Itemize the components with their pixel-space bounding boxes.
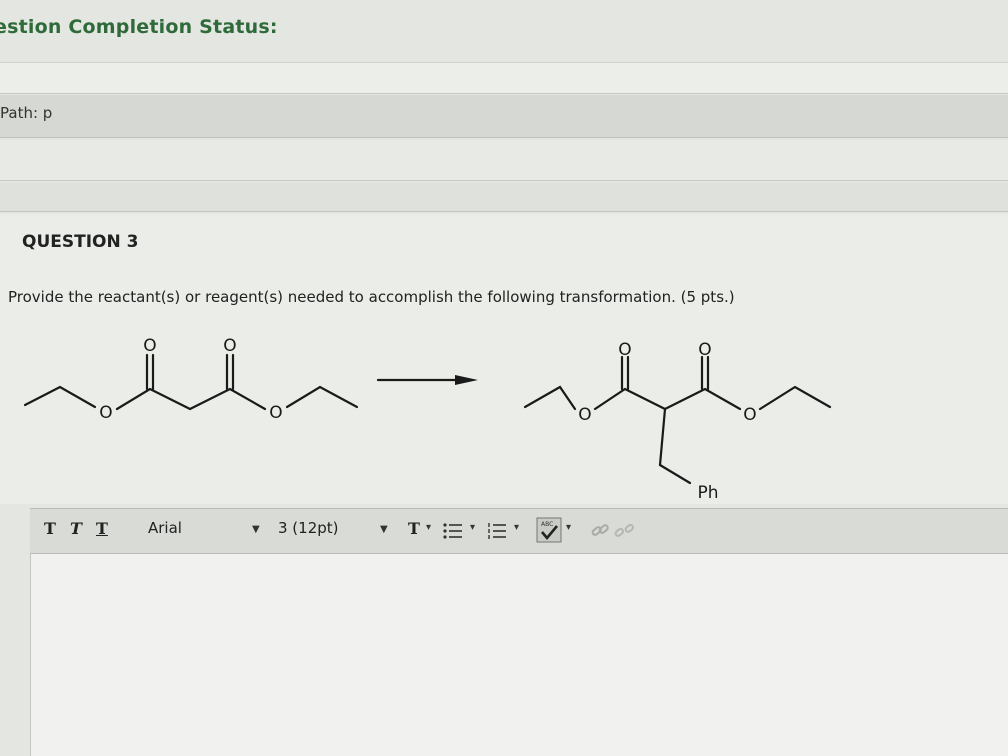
atom-label: O [578, 405, 591, 425]
divider-row-2 [0, 183, 1008, 212]
atom-label: O [698, 340, 711, 360]
question-heading: QUESTION 3 [22, 232, 139, 252]
reaction-scheme: O O O O O O O O Ph [23, 336, 832, 503]
question-prompt: Provide the reactant(s) or reagent(s) ne… [8, 288, 735, 306]
editor-toolbar: T T T Arial ▼ 3 (12pt) ▼ T ▾ ▾ ▾ ABC ▾ [30, 508, 1008, 554]
text-color-button[interactable]: T [408, 519, 420, 538]
answer-editor[interactable] [30, 554, 1008, 756]
status-row [0, 62, 1008, 94]
numbered-list-dropdown-icon[interactable]: ▾ [514, 522, 519, 533]
atom-label: O [618, 340, 631, 360]
italic-button[interactable]: T [70, 519, 82, 538]
bullet-list-dropdown-icon[interactable]: ▾ [470, 522, 475, 533]
text-color-dropdown-icon[interactable]: ▾ [426, 522, 431, 533]
path-row [0, 95, 1008, 138]
bold-button[interactable]: T [44, 519, 56, 538]
numbered-list-icon[interactable] [486, 521, 508, 541]
spellcheck-dropdown-icon[interactable]: ▾ [566, 522, 571, 533]
atom-label: O [223, 336, 236, 356]
arrow-head [455, 375, 478, 385]
completion-status-title: estion Completion Status: [0, 16, 278, 38]
spellcheck-label: ABC [541, 521, 553, 528]
link-icon[interactable] [590, 521, 610, 541]
divider-row [0, 140, 1008, 181]
substituent-label: Ph [697, 483, 718, 503]
font-size-dropdown-icon[interactable]: ▼ [380, 524, 388, 535]
font-family-select[interactable]: Arial [148, 519, 182, 537]
atom-label: O [743, 405, 756, 425]
bullet-list-icon[interactable] [442, 521, 464, 541]
font-family-dropdown-icon[interactable]: ▼ [252, 524, 260, 535]
spellcheck-icon[interactable]: ABC [536, 517, 562, 543]
font-size-select[interactable]: 3 (12pt) [278, 519, 339, 537]
atom-label: O [269, 403, 282, 423]
atom-label: O [143, 336, 156, 356]
atom-label: O [99, 403, 112, 423]
unlink-icon[interactable] [614, 521, 634, 541]
underline-button[interactable]: T [96, 519, 108, 538]
path-label: Path: p [0, 104, 53, 122]
